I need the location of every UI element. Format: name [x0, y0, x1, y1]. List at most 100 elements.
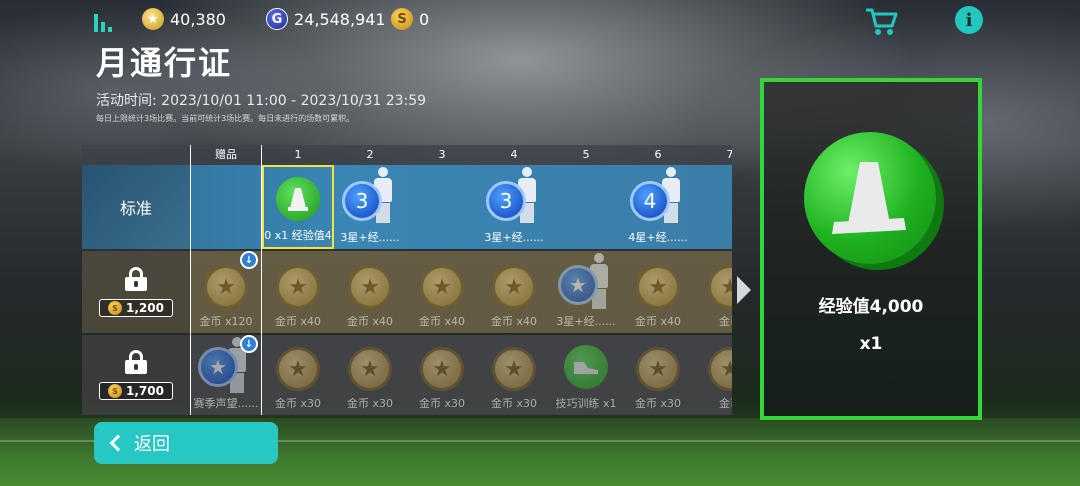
header-day-3: 3	[438, 148, 446, 161]
reward-cell-t2-4[interactable]: ★ 金币 x30	[478, 335, 550, 415]
reward-label: 金币 x30	[634, 397, 681, 410]
reward-label: 金币	[719, 397, 732, 410]
standard-row: 标准 0 x1 经验值4 3 3星+经...... 3 3星+经...... 4…	[82, 165, 732, 249]
tier-2-price-button[interactable]: S 1,700	[99, 382, 173, 400]
reward-cell-t1-4[interactable]: ★ 金币 x40	[478, 251, 550, 333]
gold-coin-icon: ★	[708, 347, 732, 391]
gold-coin-icon: ★	[636, 347, 680, 391]
reward-cell-std-1[interactable]: 0 x1 经验值4	[262, 165, 334, 249]
tier-1-unlock[interactable]: S 1,200	[82, 251, 190, 333]
event-note: 每日上限统计3场比赛。当前可统计3场比赛。每日未进行的场数可累积。	[96, 114, 355, 123]
header-day-7: 7	[726, 148, 733, 161]
reward-cell-t1-5[interactable]: ★ 3星+经......	[550, 251, 622, 333]
silver-coin-icon: S	[391, 8, 413, 30]
gold-coin-icon: ★	[636, 265, 680, 309]
reward-cell-std-6[interactable]: 4 4星+经......	[622, 165, 694, 249]
back-button[interactable]: 返回	[94, 422, 278, 464]
reward-label: 金币	[719, 315, 732, 328]
standard-row-label: 标准	[82, 165, 190, 249]
download-icon[interactable]: ↓	[240, 251, 258, 269]
tier-2-unlock[interactable]: S 1,700	[82, 335, 190, 415]
gold-coin-icon: ★	[420, 265, 464, 309]
event-period: 活动时间: 2023/10/01 11:00 - 2023/10/31 23:5…	[96, 93, 427, 109]
gem-coin-icon: G	[266, 8, 288, 30]
lock-icon	[125, 350, 147, 374]
reward-label: 技巧训练 x1	[555, 397, 617, 410]
silver-coin-icon: S	[108, 384, 123, 398]
next-page-arrow-icon[interactable]	[737, 276, 751, 304]
star-coin-icon: ★	[142, 8, 164, 30]
reward-label: 金币 x40	[274, 315, 321, 328]
star-badge-icon: ★	[558, 265, 598, 305]
star-badge-icon: 3	[486, 181, 526, 221]
gift-column-outline	[190, 145, 262, 415]
reward-label: 金币 x30	[274, 397, 321, 410]
reward-grid[interactable]: 赠品 1 2 3 4 5 6 7 标准 0 x1 经验值4 3 3星+经....…	[82, 145, 732, 415]
reward-label: 金币 x40	[490, 315, 537, 328]
page-title: 月通行证	[96, 44, 233, 82]
header-day-4: 4	[510, 148, 518, 161]
tier-2-price: 1,700	[126, 384, 164, 398]
premium-tier-1-row: S 1,200 ★ 金币 x120 ★ 金币 x40 ★ 金币 x40 ★ 金币 x40…	[82, 251, 732, 333]
reward-cell-t1-7[interactable]: ★ 金币	[694, 251, 732, 333]
reward-cell-t2-7[interactable]: ★ 金币	[694, 335, 732, 415]
reward-cell-t2-3[interactable]: ★ 金币 x30	[406, 335, 478, 415]
reward-cell-t2-5[interactable]: 技巧训练 x1	[550, 335, 622, 415]
reward-label: 金币 x40	[346, 315, 393, 328]
header-day-2: 2	[366, 148, 374, 161]
info-icon[interactable]: i	[955, 6, 983, 34]
star-badge-number: 3	[499, 189, 513, 213]
star-currency-value: 40,380	[170, 9, 226, 29]
reward-cell-t2-6[interactable]: ★ 金币 x30	[622, 335, 694, 415]
reward-detail-quantity: x1	[859, 334, 883, 354]
reward-label: 金币 x40	[634, 315, 681, 328]
reward-cell-t1-1[interactable]: ★ 金币 x40	[262, 251, 334, 333]
gold-coin-icon: ★	[492, 347, 536, 391]
star-badge-icon: 4	[630, 181, 670, 221]
standard-label-text: 标准	[119, 199, 152, 218]
reward-detail-panel: 经验值4,000 x1	[760, 78, 982, 420]
star-badge-icon: 3	[342, 181, 382, 221]
reward-label: 金币 x30	[346, 397, 393, 410]
gold-coin-icon: ★	[420, 347, 464, 391]
gold-coin-icon: ★	[348, 265, 392, 309]
signal-icon	[94, 10, 114, 32]
star-currency: ★ 40,380	[142, 8, 226, 30]
reward-cell-t2-2[interactable]: ★ 金币 x30	[334, 335, 406, 415]
exp-cone-icon	[804, 132, 936, 264]
reward-cell-t2-1[interactable]: ★ 金币 x30	[262, 335, 334, 415]
reward-label: 0 x1 经验值4	[264, 229, 332, 242]
reward-cell-t1-2[interactable]: ★ 金币 x40	[334, 251, 406, 333]
download-icon[interactable]: ↓	[240, 335, 258, 353]
chevron-left-icon	[109, 434, 127, 452]
reward-label: 3星+经......	[340, 231, 400, 244]
reward-cell-t1-6[interactable]: ★ 金币 x40	[622, 251, 694, 333]
gold-coin-icon: ★	[276, 265, 320, 309]
tier-1-price-button[interactable]: S 1,200	[99, 299, 173, 317]
gold-coin-icon: ★	[276, 347, 320, 391]
reward-label: 3星+经......	[484, 231, 544, 244]
reward-label: 金币 x40	[418, 315, 465, 328]
cart-icon[interactable]	[864, 6, 898, 36]
silver-coin-icon: S	[108, 301, 123, 315]
gold-coin-icon: ★	[492, 265, 536, 309]
reward-cell-std-4[interactable]: 3 3星+经......	[478, 165, 550, 249]
gold-coin-icon: ★	[348, 347, 392, 391]
reward-label: 3星+经......	[556, 315, 616, 328]
reward-label: 4星+经......	[628, 231, 688, 244]
header-day-5: 5	[582, 148, 590, 161]
reward-label: 金币 x30	[418, 397, 465, 410]
header-day-6: 6	[654, 148, 662, 161]
header-day-1: 1	[294, 148, 302, 161]
reward-label: 金币 x30	[490, 397, 537, 410]
reward-cell-std-2[interactable]: 3 3星+经......	[334, 165, 406, 249]
exp-cone-icon	[276, 177, 320, 221]
reward-detail-name: 经验值4,000	[818, 297, 924, 317]
gold-coin-icon: ★	[708, 265, 732, 309]
gem-currency: G 24,548,941	[266, 8, 386, 30]
silver-currency: S 0	[391, 8, 429, 30]
silver-currency-value: 0	[419, 9, 430, 29]
tier-1-price: 1,200	[126, 301, 164, 315]
reward-cell-t1-3[interactable]: ★ 金币 x40	[406, 251, 478, 333]
lock-icon	[125, 267, 147, 291]
